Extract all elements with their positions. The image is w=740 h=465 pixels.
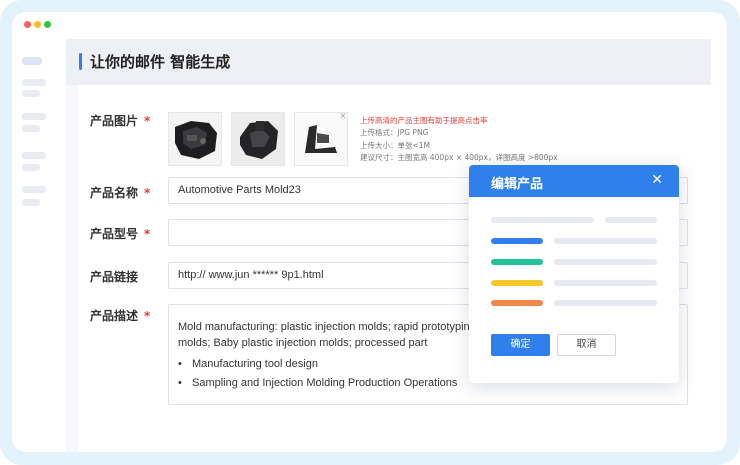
name-label: 产品名称 * bbox=[90, 184, 150, 201]
mold-part-image bbox=[169, 113, 221, 165]
placeholder-bar bbox=[605, 217, 657, 223]
sidebar-item[interactable] bbox=[22, 186, 46, 193]
close-icon[interactable]: ✕ bbox=[651, 171, 663, 188]
color-swatch-orange bbox=[491, 300, 543, 306]
required-marker: * bbox=[144, 309, 151, 323]
placeholder-bar bbox=[554, 280, 657, 286]
bullet-glyph: • bbox=[178, 377, 182, 389]
color-swatch-yellow bbox=[491, 280, 543, 286]
sidebar-item[interactable] bbox=[22, 164, 40, 171]
confirm-button[interactable]: 确定 bbox=[491, 334, 550, 356]
cancel-button[interactable]: 取消 bbox=[557, 334, 616, 356]
product-image-2[interactable] bbox=[231, 112, 285, 166]
sidebar-item[interactable] bbox=[22, 152, 46, 159]
description-paragraph: Mold manufacturing: plastic injection mo… bbox=[178, 321, 476, 349]
required-marker: * bbox=[144, 114, 151, 128]
model-label: 产品型号 * bbox=[90, 225, 150, 242]
bullet-text: Sampling and Injection Molding Productio… bbox=[192, 377, 458, 389]
edit-product-modal: 编辑产品 ✕ 确定 取消 bbox=[469, 165, 679, 383]
mold-part-image bbox=[232, 113, 284, 165]
placeholder-bar bbox=[554, 300, 657, 306]
required-marker: * bbox=[144, 227, 151, 241]
placeholder-bar bbox=[554, 259, 657, 265]
bullet-glyph: • bbox=[178, 358, 182, 370]
window-close-dot[interactable] bbox=[24, 21, 31, 28]
upload-tip-dimension: 建议尺寸：主图宽高 400px × 400px，详图高度 >800px bbox=[360, 153, 558, 162]
color-swatch-green bbox=[491, 259, 543, 265]
window-minimize-dot[interactable] bbox=[34, 21, 41, 28]
image-label-text: 产品图片 bbox=[90, 114, 139, 128]
sidebar-item[interactable] bbox=[22, 90, 40, 97]
product-image-1[interactable] bbox=[168, 112, 222, 166]
name-label-text: 产品名称 bbox=[90, 186, 139, 200]
upload-tip-size: 上传大小：单张<1M bbox=[360, 141, 431, 150]
remove-image-icon[interactable]: × bbox=[340, 111, 346, 122]
sidebar-item[interactable] bbox=[22, 199, 40, 206]
modal-title: 编辑产品 bbox=[491, 177, 544, 192]
sidebar-item[interactable] bbox=[22, 113, 46, 120]
bullet-text: Manufacturing tool design bbox=[192, 358, 318, 370]
color-swatch-blue bbox=[491, 238, 543, 244]
image-label: 产品图片 * bbox=[90, 112, 150, 129]
sidebar-item-active[interactable] bbox=[22, 57, 42, 65]
description-label: 产品描述 * bbox=[90, 307, 150, 324]
sidebar-item[interactable] bbox=[22, 79, 46, 86]
required-marker: * bbox=[144, 186, 151, 200]
window-maximize-dot[interactable] bbox=[44, 21, 51, 28]
link-label: 产品链接 bbox=[90, 268, 138, 285]
placeholder-bar bbox=[491, 217, 594, 223]
upload-tip-main: 上传高清的产品主图有助于提高点击率 bbox=[360, 116, 488, 125]
sidebar-item[interactable] bbox=[22, 125, 40, 132]
page-title: 让你的邮件 智能生成 bbox=[90, 53, 231, 71]
link-label-text: 产品链接 bbox=[90, 270, 139, 284]
description-label-text: 产品描述 bbox=[90, 309, 139, 323]
title-accent-bar bbox=[79, 53, 82, 70]
model-label-text: 产品型号 bbox=[90, 227, 139, 241]
upload-tip-format: 上传格式：JPG PNG bbox=[360, 128, 429, 137]
page-header: 让你的邮件 智能生成 bbox=[66, 39, 711, 85]
placeholder-bar bbox=[554, 238, 657, 244]
modal-header: 编辑产品 ✕ bbox=[469, 165, 679, 197]
